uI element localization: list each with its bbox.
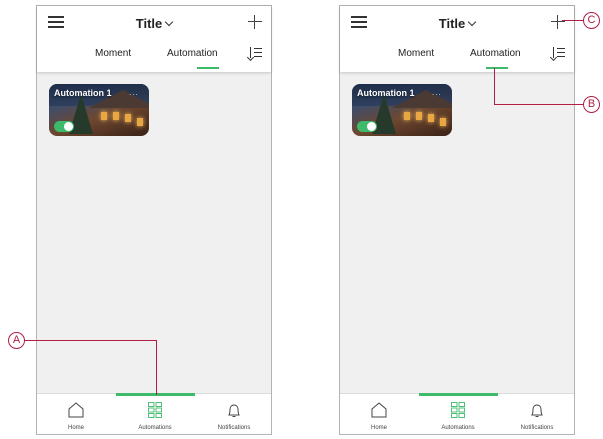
nav-home-label: Home bbox=[67, 425, 84, 431]
tab-automation[interactable]: Automation bbox=[470, 48, 521, 59]
tab-underline bbox=[486, 67, 508, 69]
tab-moment[interactable]: Moment bbox=[95, 48, 131, 59]
chevron-down-icon bbox=[468, 17, 477, 27]
top-bar: Title Moment Automation bbox=[340, 6, 574, 72]
nav-notifications-label: Notifications bbox=[520, 425, 554, 431]
page-title: Title bbox=[135, 16, 163, 31]
title-dropdown[interactable]: Title bbox=[340, 16, 574, 31]
more-options-icon[interactable]: ... bbox=[129, 88, 139, 97]
bottom-nav: Home Automations Notifications bbox=[340, 393, 574, 434]
tab-automation[interactable]: Automation bbox=[167, 48, 218, 59]
callout-a: A bbox=[8, 332, 25, 349]
top-bar: Title Moment Automation bbox=[37, 6, 271, 72]
grid-icon bbox=[148, 402, 162, 418]
plus-icon[interactable] bbox=[248, 15, 262, 29]
nav-home[interactable]: Home bbox=[37, 394, 115, 434]
chevron-down-icon bbox=[165, 17, 174, 27]
nav-automations-label: Automations bbox=[441, 425, 475, 431]
phone-screen-left: Title Moment Automation Automation 1 ...… bbox=[36, 5, 272, 435]
automation-card[interactable]: Automation 1 ... bbox=[49, 84, 149, 136]
home-icon bbox=[68, 402, 84, 418]
callout-b: B bbox=[583, 96, 600, 113]
bottom-nav: Home Automations Notifications bbox=[37, 393, 271, 434]
nav-notifications[interactable]: Notifications bbox=[195, 394, 273, 434]
callout-c-line-h bbox=[562, 20, 584, 21]
nav-home[interactable]: Home bbox=[340, 394, 418, 434]
nav-automations-label: Automations bbox=[138, 425, 172, 431]
title-dropdown[interactable]: Title bbox=[37, 16, 271, 31]
more-options-icon[interactable]: ... bbox=[432, 88, 442, 97]
automation-toggle[interactable] bbox=[357, 121, 377, 132]
bell-icon bbox=[228, 404, 240, 417]
home-icon bbox=[371, 402, 387, 418]
bell-icon bbox=[531, 404, 543, 417]
automation-card[interactable]: Automation 1 ... bbox=[352, 84, 452, 136]
phone-screen-right: Title Moment Automation Automation 1 ...… bbox=[339, 5, 575, 435]
tab-moment[interactable]: Moment bbox=[398, 48, 434, 59]
nav-automations[interactable]: Automations bbox=[419, 394, 497, 434]
callout-c: C bbox=[583, 12, 600, 29]
grid-icon bbox=[451, 402, 465, 418]
sort-icon[interactable] bbox=[246, 47, 263, 62]
callout-b-line-h bbox=[494, 104, 584, 105]
automation-card-title: Automation 1 bbox=[54, 88, 112, 98]
nav-notifications[interactable]: Notifications bbox=[498, 394, 576, 434]
tab-underline bbox=[197, 67, 219, 69]
sort-icon[interactable] bbox=[549, 47, 566, 62]
nav-automations[interactable]: Automations bbox=[116, 394, 194, 434]
callout-a-line-h bbox=[24, 340, 157, 341]
nav-notifications-label: Notifications bbox=[217, 425, 251, 431]
nav-home-label: Home bbox=[370, 425, 387, 431]
automation-toggle[interactable] bbox=[54, 121, 74, 132]
plus-icon[interactable] bbox=[551, 15, 565, 29]
callout-b-line-v bbox=[494, 68, 495, 105]
automation-card-title: Automation 1 bbox=[357, 88, 415, 98]
callout-a-line-v bbox=[156, 340, 157, 395]
page-title: Title bbox=[438, 16, 466, 31]
